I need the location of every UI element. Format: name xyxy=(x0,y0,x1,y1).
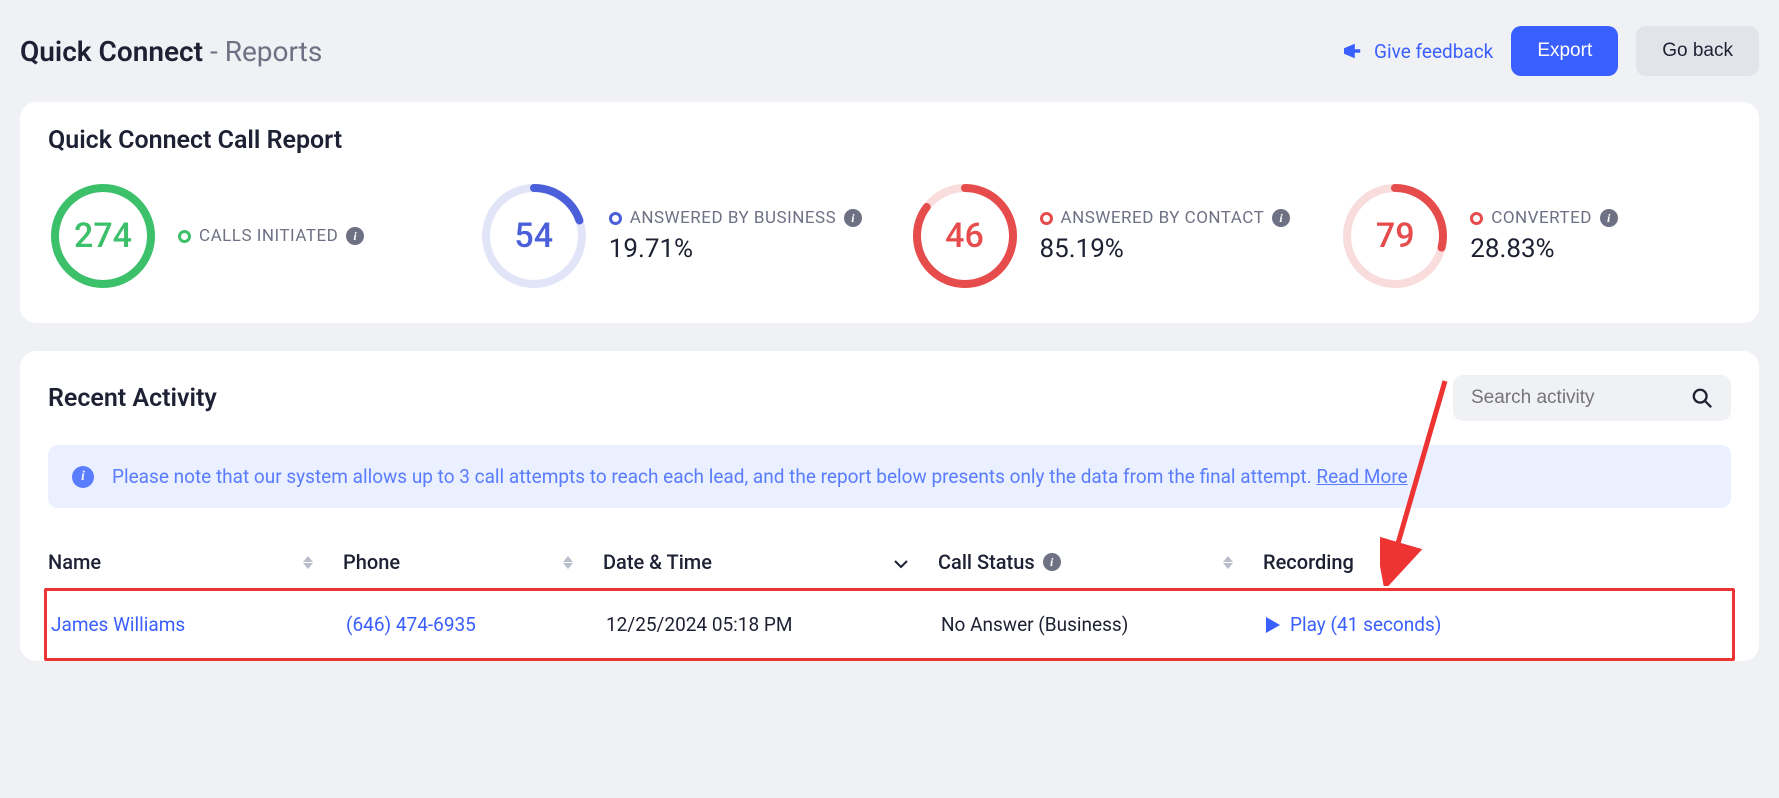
stat-3: 79 CONVERTED i 28.83% xyxy=(1340,181,1731,291)
stat-circle: 54 xyxy=(479,181,589,291)
call-report-card: Quick Connect Call Report 274 CALLS INIT… xyxy=(20,102,1759,323)
play-icon xyxy=(1266,617,1280,633)
stat-label: ANSWERED BY CONTACT i xyxy=(1040,208,1291,228)
col-header-date-label: Date & Time xyxy=(603,550,712,574)
stat-2: 46 ANSWERED BY CONTACT i 85.19% xyxy=(910,181,1301,291)
table-row: James Williams (646) 474-6935 12/25/2024… xyxy=(44,588,1735,661)
stat-circle: 46 xyxy=(910,181,1020,291)
info-icon: i xyxy=(1043,553,1061,571)
notice-text: Please note that our system allows up to… xyxy=(112,465,1316,488)
col-header-recording: Recording xyxy=(1263,550,1731,574)
stat-circle: 79 xyxy=(1340,181,1450,291)
col-header-name-label: Name xyxy=(48,550,101,574)
row-status: No Answer (Business) xyxy=(941,613,1128,636)
ring-icon xyxy=(178,230,191,243)
col-header-name[interactable]: Name xyxy=(48,550,343,574)
info-icon[interactable]: i xyxy=(844,209,862,227)
stat-value: 79 xyxy=(1340,181,1450,291)
recent-activity-header: Recent Activity xyxy=(48,375,1731,421)
stat-0: 274 CALLS INITIATED i xyxy=(48,181,439,291)
megaphone-icon xyxy=(1342,42,1364,60)
stat-percent: 28.83% xyxy=(1470,234,1618,264)
info-icon[interactable]: i xyxy=(346,227,364,245)
read-more-link[interactable]: Read More xyxy=(1316,465,1407,488)
stat-label: CONVERTED i xyxy=(1470,208,1618,228)
info-icon: i xyxy=(72,466,94,488)
sort-icon xyxy=(1223,556,1233,569)
notice-text-wrap: Please note that our system allows up to… xyxy=(112,465,1408,488)
stat-label: ANSWERED BY BUSINESS i xyxy=(609,208,862,228)
col-header-status-label: Call Status xyxy=(938,550,1035,574)
info-notice: i Please note that our system allows up … xyxy=(48,445,1731,508)
header-actions: Give feedback Export Go back xyxy=(1342,26,1759,76)
page-title-main: Quick Connect xyxy=(20,35,203,68)
stat-info: ANSWERED BY BUSINESS i 19.71% xyxy=(609,208,862,264)
stat-percent: 19.71% xyxy=(609,234,862,264)
stat-value: 274 xyxy=(48,181,158,291)
page-title-sub: - Reports xyxy=(203,35,322,68)
stat-percent: 85.19% xyxy=(1040,234,1291,264)
search-icon xyxy=(1691,387,1713,409)
play-label: Play (41 seconds) xyxy=(1290,613,1441,636)
sort-icon xyxy=(303,556,313,569)
info-icon[interactable]: i xyxy=(1600,209,1618,227)
stat-label: CALLS INITIATED i xyxy=(178,226,364,246)
col-header-recording-label: Recording xyxy=(1263,550,1354,574)
sort-icon xyxy=(563,556,573,569)
row-phone-link[interactable]: (646) 474-6935 xyxy=(346,613,476,636)
page-header: Quick Connect - Reports Give feedback Ex… xyxy=(20,0,1759,102)
row-date: 12/25/2024 05:18 PM xyxy=(606,613,792,636)
page-title: Quick Connect - Reports xyxy=(20,35,322,68)
call-report-title: Quick Connect Call Report xyxy=(48,126,1731,155)
col-header-phone-label: Phone xyxy=(343,550,400,574)
row-name-link[interactable]: James Williams xyxy=(51,613,185,636)
stat-info: CONVERTED i 28.83% xyxy=(1470,208,1618,264)
ring-icon xyxy=(1040,212,1053,225)
stat-info: ANSWERED BY CONTACT i 85.19% xyxy=(1040,208,1291,264)
play-recording-button[interactable]: Play (41 seconds) xyxy=(1266,613,1441,636)
stat-value: 46 xyxy=(910,181,1020,291)
table-header: Name Phone Date & Time Call Status i xyxy=(48,536,1731,588)
col-header-phone[interactable]: Phone xyxy=(343,550,603,574)
give-feedback-label: Give feedback xyxy=(1374,40,1493,63)
info-icon[interactable]: i xyxy=(1272,209,1290,227)
ring-icon xyxy=(609,212,622,225)
col-header-date[interactable]: Date & Time xyxy=(603,550,938,574)
stat-circle: 274 xyxy=(48,181,158,291)
stat-value: 54 xyxy=(479,181,589,291)
export-button[interactable]: Export xyxy=(1511,26,1618,76)
go-back-button[interactable]: Go back xyxy=(1636,26,1759,76)
recent-activity-card: Recent Activity i Please note that our s… xyxy=(20,351,1759,661)
stats-row: 274 CALLS INITIATED i 54 ANSWERED BY BUS… xyxy=(48,181,1731,291)
give-feedback-link[interactable]: Give feedback xyxy=(1342,40,1493,63)
search-activity-field[interactable] xyxy=(1453,375,1731,421)
ring-icon xyxy=(1470,212,1483,225)
search-input[interactable] xyxy=(1471,387,1631,409)
stat-1: 54 ANSWERED BY BUSINESS i 19.71% xyxy=(479,181,870,291)
recent-activity-title: Recent Activity xyxy=(48,384,217,413)
col-header-status[interactable]: Call Status i xyxy=(938,550,1263,574)
chevron-down-icon xyxy=(894,550,908,574)
stat-info: CALLS INITIATED i xyxy=(178,226,364,246)
